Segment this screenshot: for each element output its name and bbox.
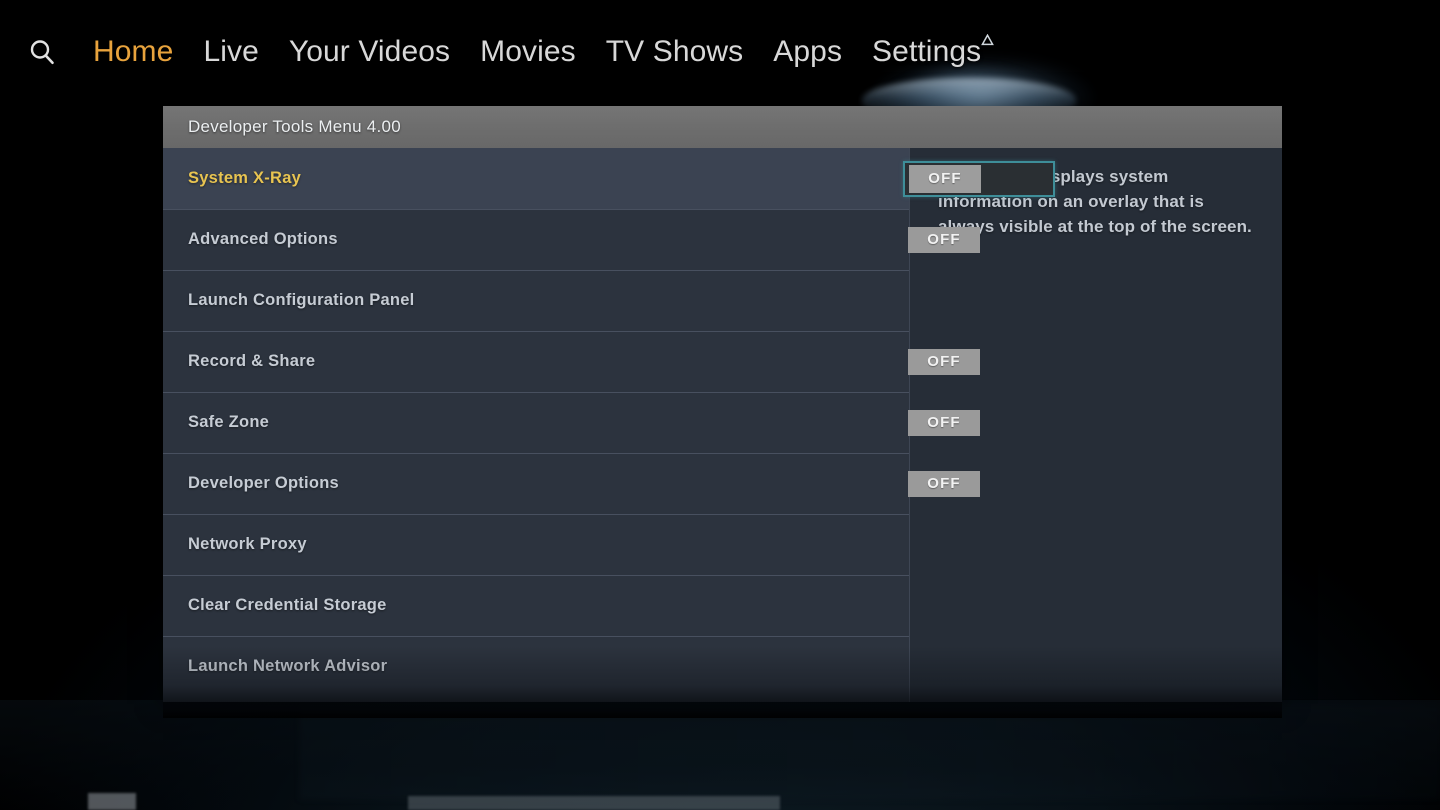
nav-item-movies[interactable]: Movies <box>465 33 591 71</box>
toggle-safe-zone[interactable]: OFF <box>903 405 1055 441</box>
menu-item-label: Network Proxy <box>188 535 307 553</box>
toggle-knob: OFF <box>909 164 981 193</box>
toggle-state-label: OFF <box>927 475 961 492</box>
toggle-knob: OFF <box>908 470 980 497</box>
nav-item-label: TV Shows <box>605 35 744 68</box>
menu-item-developer-options[interactable]: Developer Options OFF <box>163 453 980 514</box>
menu-item-launch-network-advisor[interactable]: Launch Network Advisor <box>163 636 909 697</box>
toggle-developer-options[interactable]: OFF <box>903 466 1055 502</box>
toggle-slot: OFF <box>903 465 1059 503</box>
background-panel-ghost <box>300 705 1440 799</box>
menu-item-label: Advanced Options <box>188 230 338 248</box>
developer-tools-dialog: Developer Tools Menu 4.00 System X-Ray O… <box>163 106 1282 702</box>
toggle-slot: OFF <box>903 221 1059 259</box>
menu-item-safe-zone[interactable]: Safe Zone OFF <box>163 392 980 453</box>
background-ghost-element-center <box>408 796 780 810</box>
nav-item-label: Apps <box>773 35 843 68</box>
toggle-system-x-ray[interactable]: OFF <box>903 160 1055 197</box>
toggle-slot: OFF <box>903 404 1059 442</box>
menu-item-label: Clear Credential Storage <box>188 596 387 614</box>
nav-item-label: Live <box>203 35 259 68</box>
toggle-state-label: OFF <box>928 170 962 187</box>
dialog-header: Developer Tools Menu 4.00 <box>163 106 1282 148</box>
toggle-advanced-options[interactable]: OFF <box>903 222 1055 258</box>
toggle-slot: OFF <box>903 343 1059 381</box>
menu-item-label: Developer Options <box>188 474 339 492</box>
nav-item-apps[interactable]: Apps <box>758 33 857 71</box>
menu-item-advanced-options[interactable]: Advanced Options OFF <box>163 209 980 270</box>
search-icon[interactable] <box>20 30 64 74</box>
nav-item-home[interactable]: Home <box>78 33 188 71</box>
nav-item-label: Your Videos <box>288 35 451 68</box>
nav-item-tv-shows[interactable]: TV Shows <box>591 33 759 71</box>
nav-item-label: Settings <box>872 35 982 68</box>
nav-item-label: Home <box>93 35 174 68</box>
dialog-title: Developer Tools Menu 4.00 <box>188 117 401 136</box>
dialog-body: System X-Ray OFF Advanced Options OFF La… <box>163 148 1282 702</box>
toggle-slot: OFF <box>903 160 1059 198</box>
top-navigation-bar: Home Live Your Videos Movies TV Shows Ap… <box>0 0 1440 104</box>
menu-item-launch-configuration-panel[interactable]: Launch Configuration Panel <box>163 270 909 331</box>
toggle-state-label: OFF <box>927 353 961 370</box>
toggle-state-label: OFF <box>927 231 961 248</box>
menu-item-label: Record & Share <box>188 352 316 370</box>
notification-badge-icon <box>981 34 995 47</box>
menu-item-label: Safe Zone <box>188 413 270 431</box>
toggle-state-label: OFF <box>927 414 961 431</box>
menu-item-record-and-share[interactable]: Record & Share OFF <box>163 331 980 392</box>
toggle-knob: OFF <box>908 226 980 253</box>
menu-item-network-proxy[interactable]: Network Proxy <box>163 514 909 575</box>
settings-menu-list: System X-Ray OFF Advanced Options OFF La… <box>163 148 1055 702</box>
nav-item-your-videos[interactable]: Your Videos <box>274 33 465 71</box>
nav-item-live[interactable]: Live <box>188 33 273 71</box>
toggle-knob: OFF <box>908 348 980 375</box>
nav-item-settings[interactable]: Settings <box>857 33 996 71</box>
menu-item-system-x-ray[interactable]: System X-Ray OFF <box>163 148 1055 209</box>
nav-item-label: Movies <box>480 35 576 68</box>
menu-item-clear-credential-storage[interactable]: Clear Credential Storage <box>163 575 909 636</box>
background-ghost-element-left <box>88 793 136 810</box>
menu-item-label: Launch Configuration Panel <box>188 291 415 309</box>
toggle-record-and-share[interactable]: OFF <box>903 344 1055 380</box>
menu-item-label: System X-Ray <box>188 169 302 187</box>
toggle-knob: OFF <box>908 409 980 436</box>
menu-item-label: Launch Network Advisor <box>188 657 388 675</box>
